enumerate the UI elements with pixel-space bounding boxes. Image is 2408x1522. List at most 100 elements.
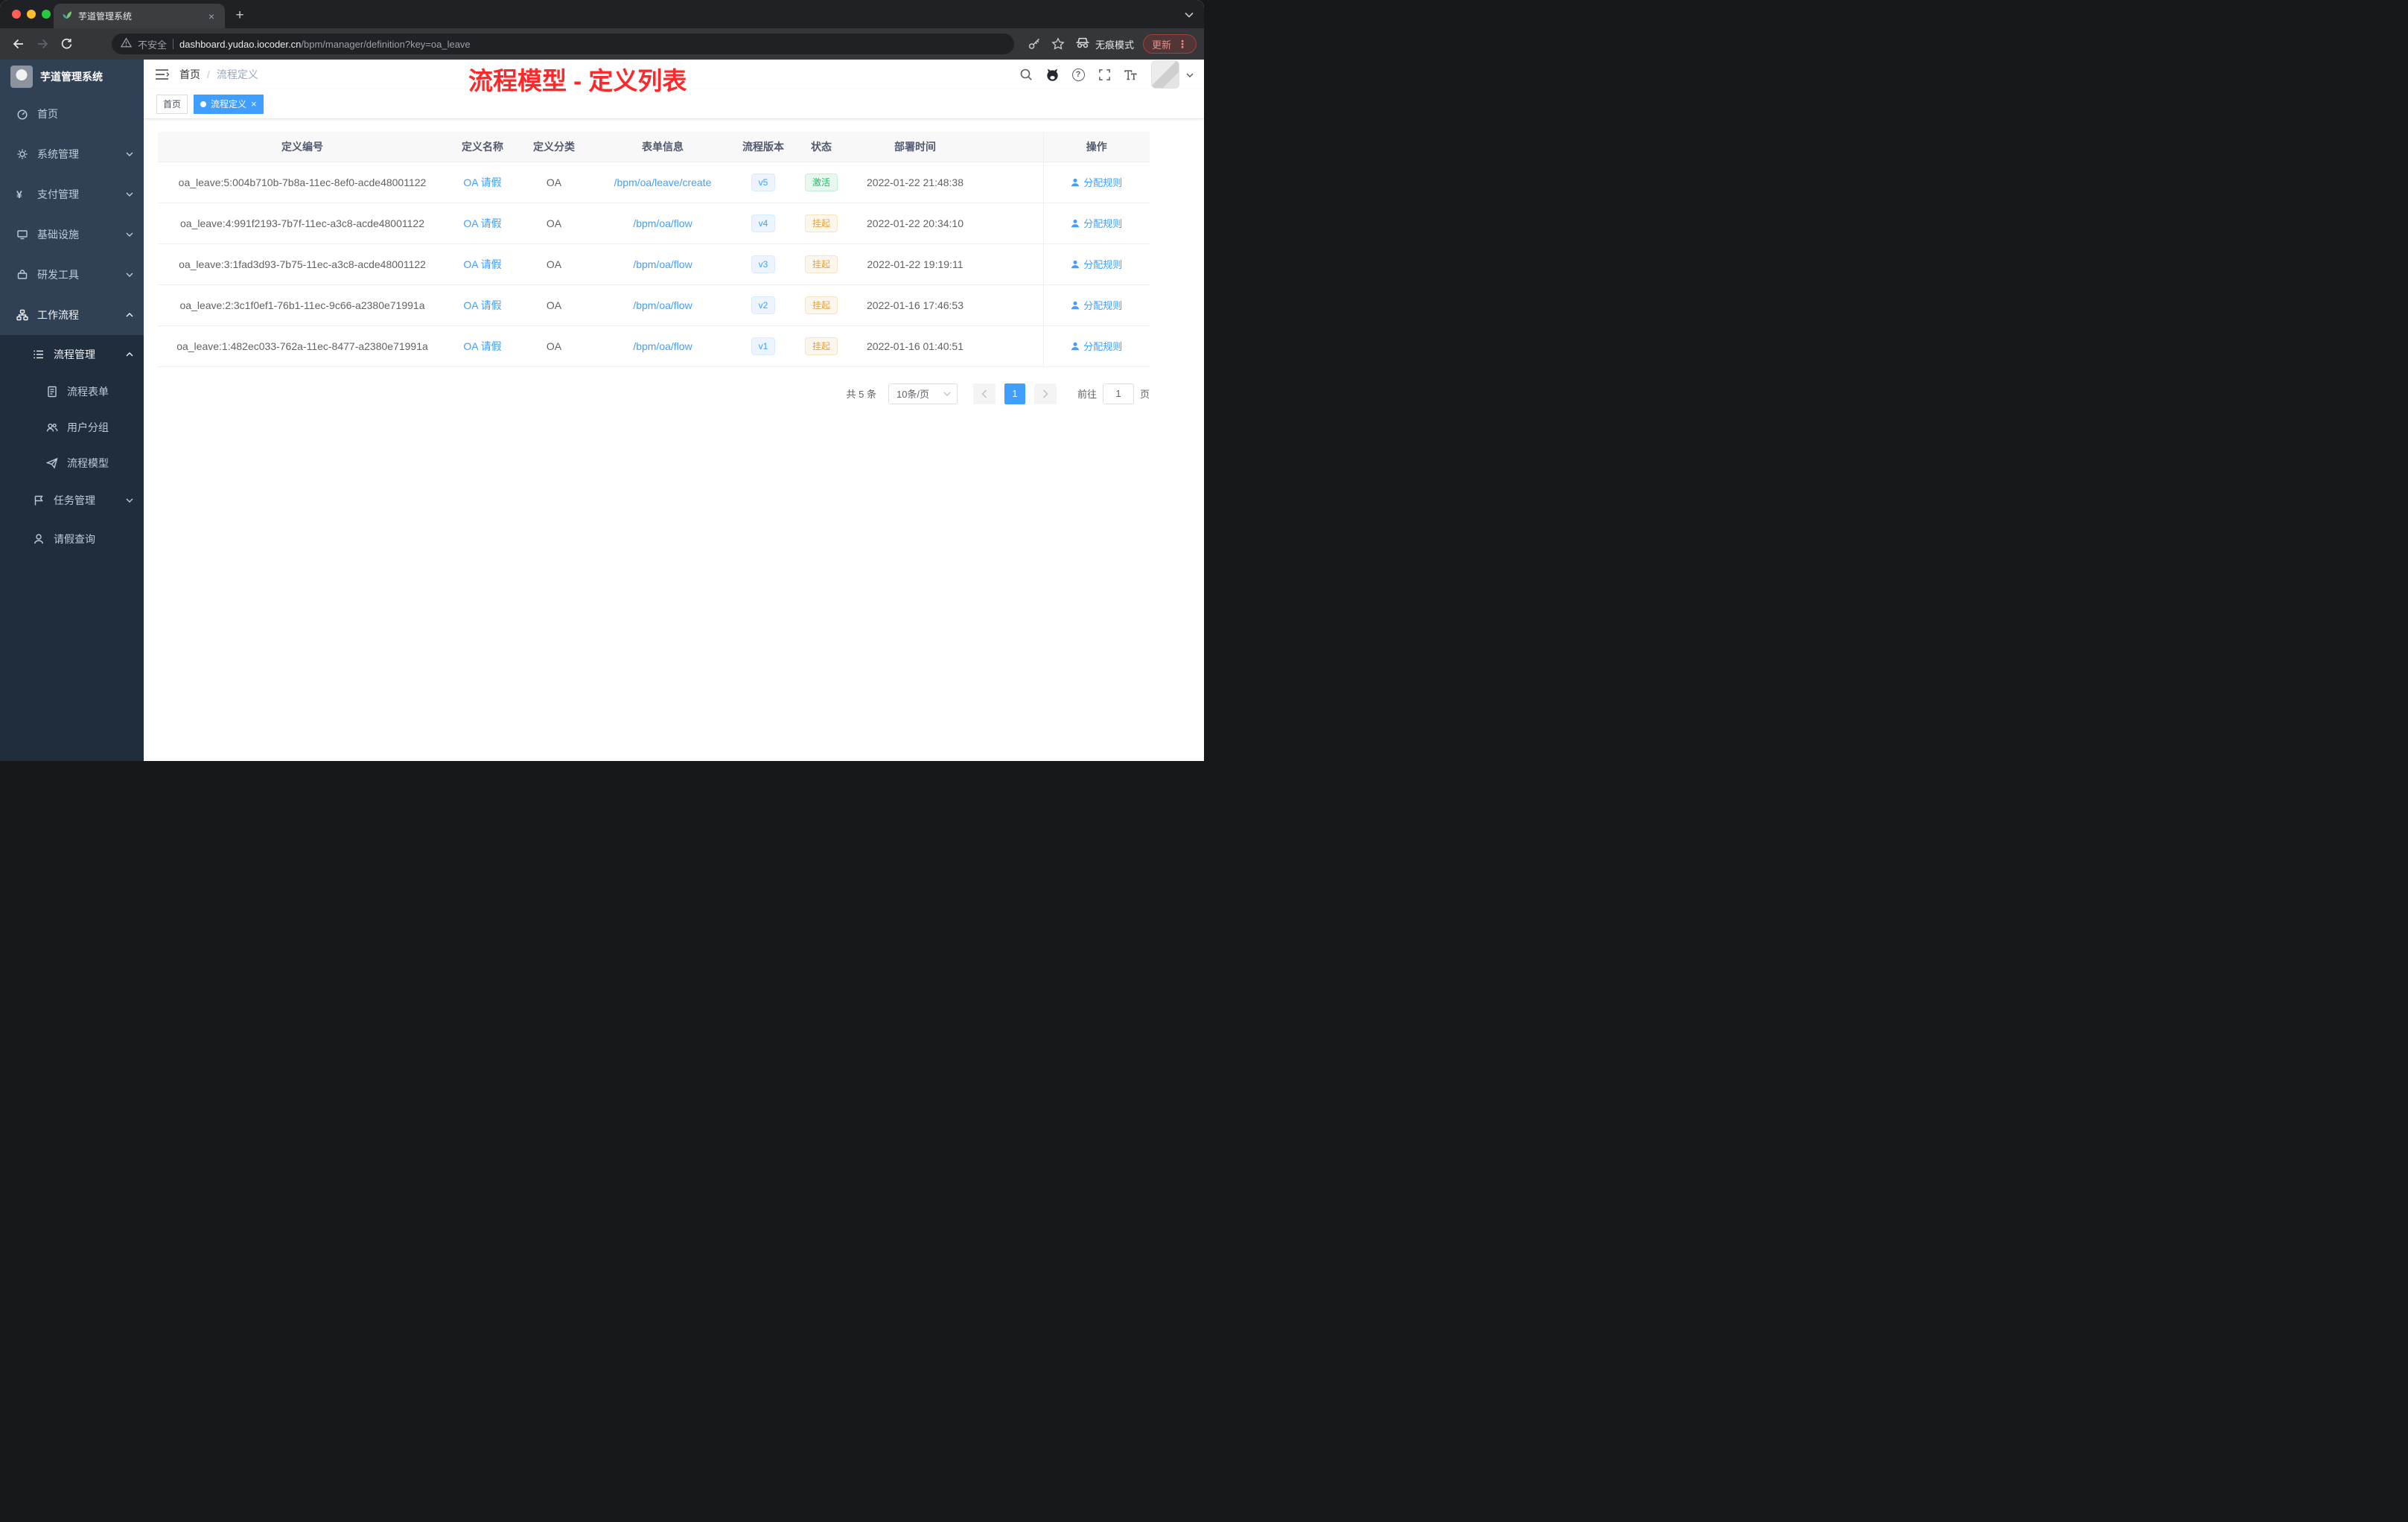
breadcrumb-current: 流程定义 (216, 69, 258, 80)
avatar-caret-down-icon[interactable] (1186, 68, 1194, 81)
new-tab-button[interactable]: + (229, 5, 250, 26)
status-badge: 挂起 (804, 296, 838, 314)
menu-kebab-icon[interactable]: ⋮ (1177, 39, 1188, 49)
definition-category-cell: OA (518, 243, 590, 285)
workflow-icon (16, 309, 28, 321)
definition-name-cell: OA 请假 (447, 284, 518, 326)
definition-id-cell: oa_leave:3:1fad3d93-7b75-11ec-a3c8-acde4… (158, 243, 447, 285)
sidebar-item-workflow[interactable]: 工作流程 (0, 295, 144, 335)
browser-tab[interactable]: 芋道管理系统 × (54, 4, 225, 28)
sidebar-item-leave-query[interactable]: 请假查询 (0, 520, 144, 558)
app-root: 芋道管理系统 首页 系统管理 ¥ 支付管理 基础设施 研发工具 工作流程 流程管… (0, 60, 1204, 761)
url-text: dashboard.yudao.iocoder.cn/bpm/manager/d… (179, 39, 471, 50)
form-info-link[interactable]: /bpm/oa/flow (633, 299, 692, 311)
version-badge: v1 (751, 337, 776, 355)
page-number-button[interactable]: 1 (1004, 383, 1025, 404)
definition-name-link[interactable]: OA 请假 (463, 340, 501, 352)
font-size-icon[interactable] (1121, 65, 1140, 84)
breadcrumb-home[interactable]: 首页 (179, 67, 200, 82)
tag-close-icon[interactable]: × (251, 99, 257, 109)
assign-rule-link[interactable]: 分配规则 (1071, 175, 1122, 189)
definition-id-cell: oa_leave:2:3c1f0ef1-76b1-11ec-9c66-a2380… (158, 284, 447, 326)
github-icon[interactable] (1042, 65, 1062, 84)
address-bar[interactable]: 不安全 dashboard.yudao.iocoder.cn/bpm/manag… (112, 34, 1014, 54)
user-avatar[interactable] (1151, 60, 1179, 89)
workflow-submenu: 流程管理 流程表单 用户分组 流程模型 任务管理 请假查询 (0, 335, 144, 558)
sidebar-item-label: 支付管理 (37, 188, 79, 200)
sidebar-item-payment[interactable]: ¥ 支付管理 (0, 174, 144, 214)
user-group-icon (46, 421, 58, 433)
sidebar-item-process-management[interactable]: 流程管理 (0, 335, 144, 374)
assign-rule-link[interactable]: 分配规则 (1071, 216, 1122, 230)
user-icon (1071, 260, 1080, 268)
incognito-profile[interactable]: 无痕模式 (1075, 36, 1134, 52)
app-title: 芋道管理系统 (40, 71, 103, 83)
form-info-link[interactable]: /bpm/oa/flow (633, 340, 692, 352)
definition-name-link[interactable]: OA 请假 (463, 217, 501, 229)
deploy-time-cell: 2022-01-16 01:40:51 (852, 325, 978, 367)
macos-traffic-lights (12, 0, 51, 28)
table-row: oa_leave:4:991f2193-7b7f-11ec-a3c8-acde4… (158, 203, 1150, 244)
page-size-select[interactable]: 10条/页 (888, 383, 958, 404)
app-logo (10, 66, 33, 88)
status-cell: 挂起 (791, 243, 852, 285)
sidebar-item-label: 系统管理 (37, 148, 79, 160)
definition-name-link[interactable]: OA 请假 (463, 258, 501, 270)
prev-page-button[interactable] (972, 383, 996, 404)
assign-rule-link[interactable]: 分配规则 (1071, 298, 1122, 312)
security-label[interactable]: 不安全 (138, 37, 167, 51)
next-page-button[interactable] (1033, 383, 1057, 404)
minimize-window-button[interactable] (27, 10, 36, 19)
hamburger-icon[interactable] (155, 69, 169, 80)
chevron-down-icon (126, 152, 133, 156)
definition-id-cell: oa_leave:1:482ec033-762a-11ec-8477-a2380… (158, 325, 447, 367)
sidebar-item-label: 首页 (37, 108, 58, 120)
definition-name-link[interactable]: OA 请假 (463, 176, 501, 188)
form-info-link[interactable]: /bpm/oa/flow (633, 217, 692, 229)
sidebar-item-label: 流程表单 (67, 386, 109, 398)
pagination: 共 5 条 10条/页 1 前往 页 (158, 383, 1150, 404)
password-key-icon[interactable] (1023, 33, 1045, 55)
reload-icon[interactable] (55, 33, 77, 55)
help-icon[interactable]: ? (1068, 65, 1088, 84)
close-window-button[interactable] (12, 10, 21, 19)
chevron-up-icon (126, 352, 133, 357)
tab-search-icon[interactable] (1185, 8, 1194, 22)
assign-rule-label: 分配规则 (1083, 300, 1123, 311)
form-info-cell: /bpm/oa/flow (590, 284, 736, 326)
browser-navbar: 不安全 dashboard.yudao.iocoder.cn/bpm/manag… (0, 28, 1204, 60)
form-info-link[interactable]: /bpm/oa/leave/create (614, 176, 712, 188)
sidebar-item-infrastructure[interactable]: 基础设施 (0, 214, 144, 255)
fullscreen-icon[interactable] (1095, 65, 1114, 84)
sidebar-item-devtools[interactable]: 研发工具 (0, 255, 144, 295)
goto-page-input[interactable] (1102, 383, 1134, 404)
assign-rule-label: 分配规则 (1083, 218, 1123, 229)
assign-rule-link[interactable]: 分配规则 (1071, 257, 1122, 271)
assign-rule-link[interactable]: 分配规则 (1071, 339, 1122, 353)
user-icon (33, 533, 45, 545)
form-info-link[interactable]: /bpm/oa/flow (633, 258, 692, 270)
deploy-time-cell: 2022-01-22 21:48:38 (852, 162, 978, 203)
sidebar-item-system[interactable]: 系统管理 (0, 134, 144, 174)
zoom-window-button[interactable] (42, 10, 51, 19)
sidebar-item-label: 任务管理 (54, 494, 95, 506)
tab-close-icon[interactable]: × (206, 10, 217, 22)
sidebar-item-home[interactable]: 首页 (0, 94, 144, 134)
chrome-update-button[interactable]: 更新 ⋮ (1142, 34, 1197, 54)
search-icon[interactable] (1016, 65, 1036, 84)
col-definition-name: 定义名称 (447, 132, 518, 162)
forward-icon[interactable] (31, 33, 54, 55)
back-icon[interactable] (7, 33, 30, 55)
sidebar-item-user-group[interactable]: 用户分组 (0, 410, 144, 445)
col-definition-id: 定义编号 (158, 132, 447, 162)
sidebar-item-process-model[interactable]: 流程模型 (0, 445, 144, 481)
tag-process-definition[interactable]: 流程定义 × (194, 94, 264, 114)
url-path: /bpm/manager/definition?key=oa_leave (301, 38, 471, 50)
sidebar-item-task-management[interactable]: 任务管理 (0, 481, 144, 520)
definition-name-link[interactable]: OA 请假 (463, 299, 501, 311)
form-info-cell: /bpm/oa/flow (590, 243, 736, 285)
col-form-info: 表单信息 (590, 132, 736, 162)
bookmark-star-icon[interactable] (1047, 33, 1069, 55)
sidebar-item-process-form[interactable]: 流程表单 (0, 374, 144, 410)
tag-home[interactable]: 首页 (156, 94, 188, 114)
